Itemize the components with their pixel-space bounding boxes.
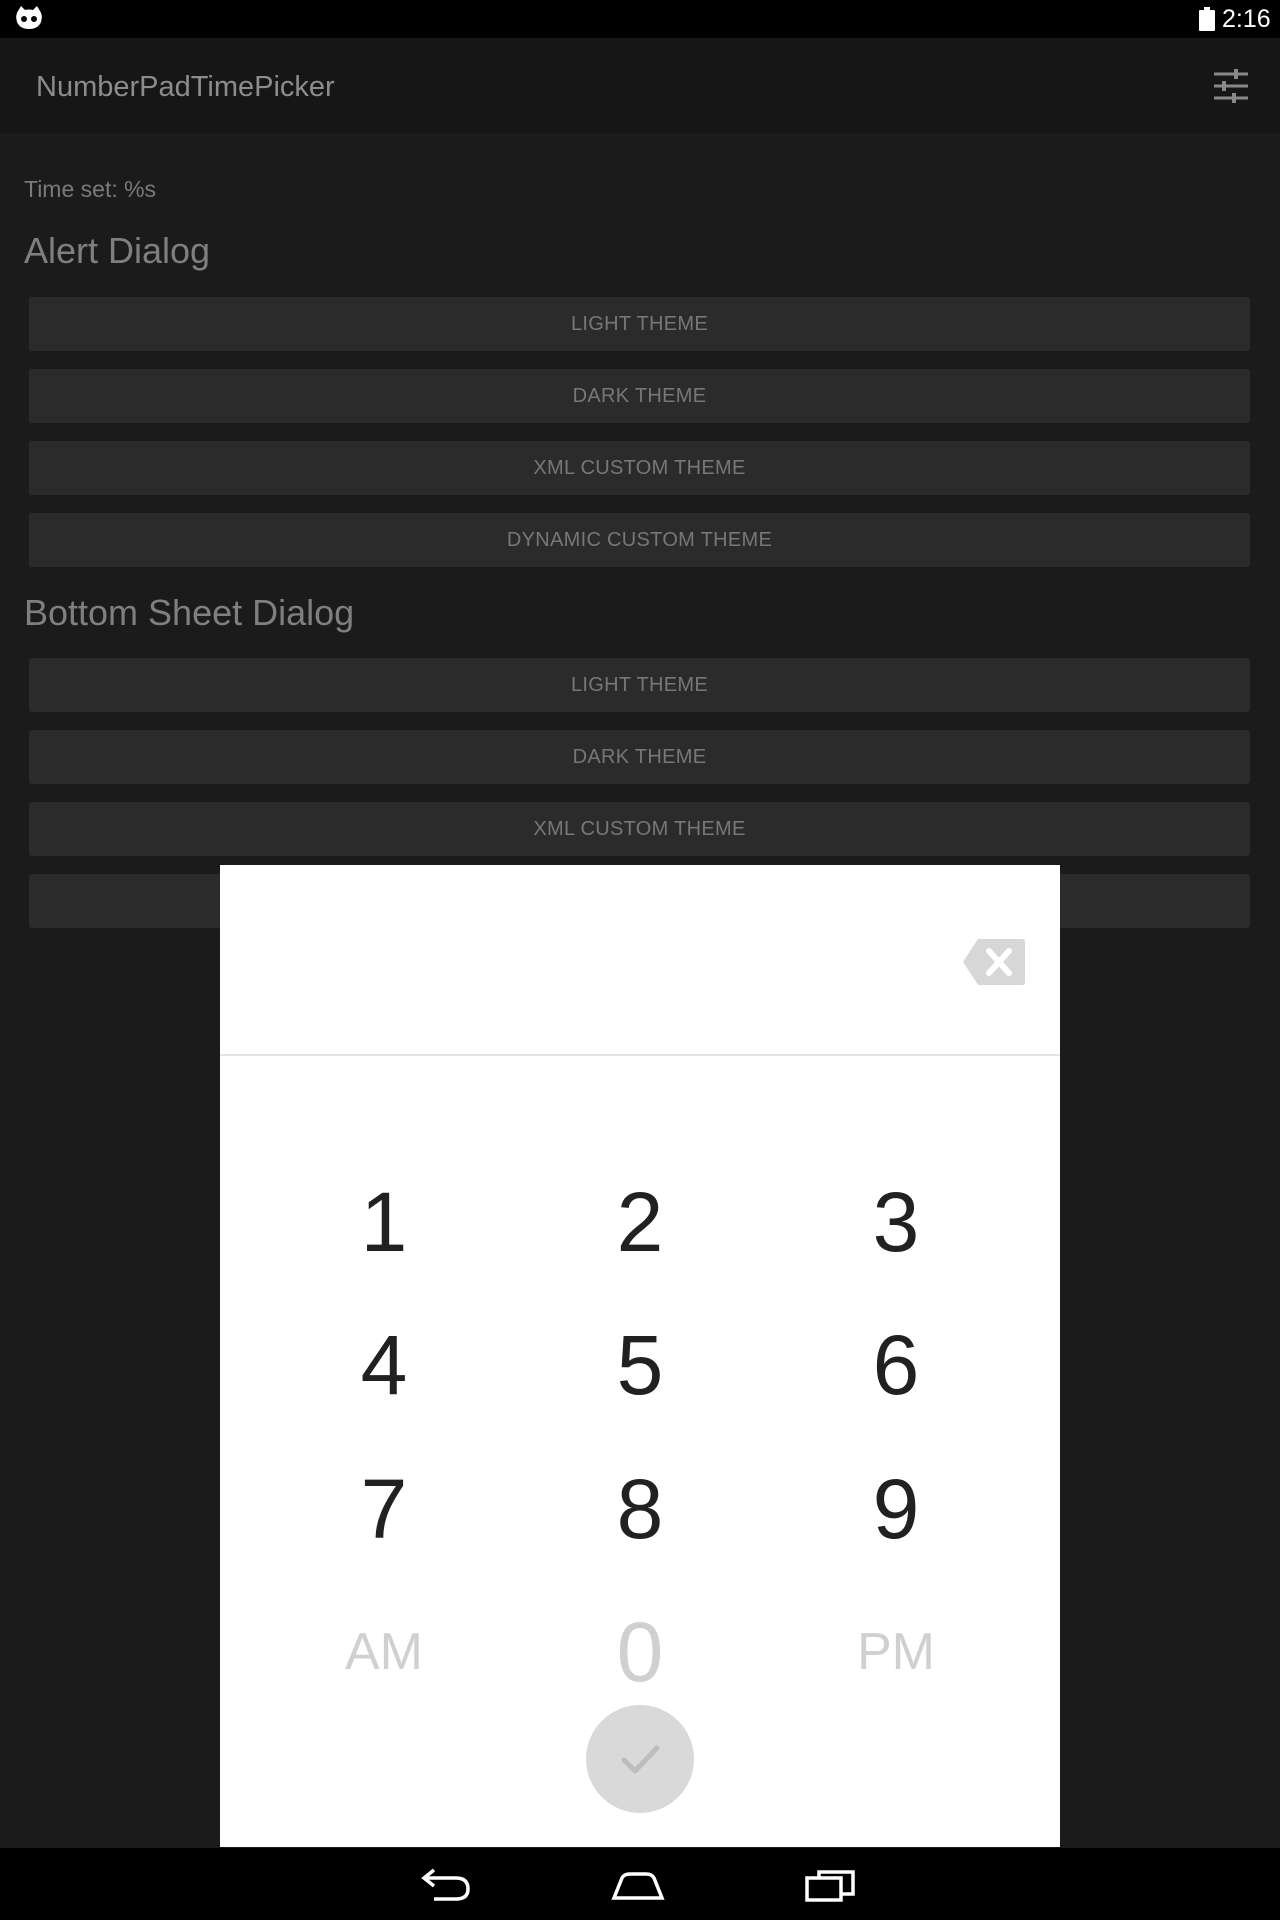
screen: 2:16 NumberPadTimePicker Time set: %s Al… <box>0 0 1280 1920</box>
time-display <box>220 865 1060 1054</box>
app-title: NumberPadTimePicker <box>36 71 335 103</box>
backspace-icon[interactable] <box>962 935 1026 989</box>
recents-icon[interactable] <box>803 1864 859 1904</box>
bottom-xml-custom-theme-button[interactable]: XML CUSTOM THEME <box>29 802 1250 856</box>
confirm-button[interactable] <box>586 1705 694 1813</box>
bottom-light-theme-button[interactable]: LIGHT THEME <box>29 658 1250 712</box>
key-5[interactable]: 5 <box>512 1310 768 1420</box>
home-icon[interactable] <box>610 1864 666 1904</box>
key-9[interactable]: 9 <box>768 1454 1024 1564</box>
battery-icon <box>1199 7 1215 31</box>
tune-icon[interactable] <box>1212 69 1250 103</box>
alert-dynamic-custom-theme-button[interactable]: DYNAMIC CUSTOM THEME <box>29 513 1250 567</box>
bottom-sheet-dialog-title: Bottom Sheet Dialog <box>24 592 355 633</box>
key-8[interactable]: 8 <box>512 1454 768 1564</box>
divider <box>220 1054 1060 1056</box>
key-pm[interactable]: PM <box>768 1597 1024 1707</box>
alert-xml-custom-theme-button[interactable]: XML CUSTOM THEME <box>29 441 1250 495</box>
key-7[interactable]: 7 <box>256 1454 512 1564</box>
app-bar: NumberPadTimePicker <box>0 38 1280 133</box>
bottom-dark-theme-button[interactable]: DARK THEME <box>29 730 1250 784</box>
back-icon[interactable] <box>418 1864 474 1904</box>
status-time: 2:16 <box>1222 5 1271 33</box>
alert-light-theme-button[interactable]: LIGHT THEME <box>29 297 1250 351</box>
navigation-bar <box>0 1848 1280 1920</box>
number-pad-dialog: 1 2 3 4 5 6 7 8 9 AM 0 PM <box>220 865 1060 1847</box>
key-am[interactable]: AM <box>256 1597 512 1707</box>
key-6[interactable]: 6 <box>768 1310 1024 1420</box>
check-icon <box>621 1745 660 1774</box>
status-bar: 2:16 <box>0 0 1280 38</box>
key-1[interactable]: 1 <box>256 1167 512 1277</box>
alert-dialog-title: Alert Dialog <box>24 230 211 271</box>
key-2[interactable]: 2 <box>512 1167 768 1277</box>
alert-dark-theme-button[interactable]: DARK THEME <box>29 369 1250 423</box>
key-3[interactable]: 3 <box>768 1167 1024 1277</box>
key-4[interactable]: 4 <box>256 1310 512 1420</box>
cyanogenmod-icon <box>16 6 42 29</box>
key-0[interactable]: 0 <box>512 1597 768 1707</box>
time-set-label: Time set: %s <box>24 176 157 202</box>
